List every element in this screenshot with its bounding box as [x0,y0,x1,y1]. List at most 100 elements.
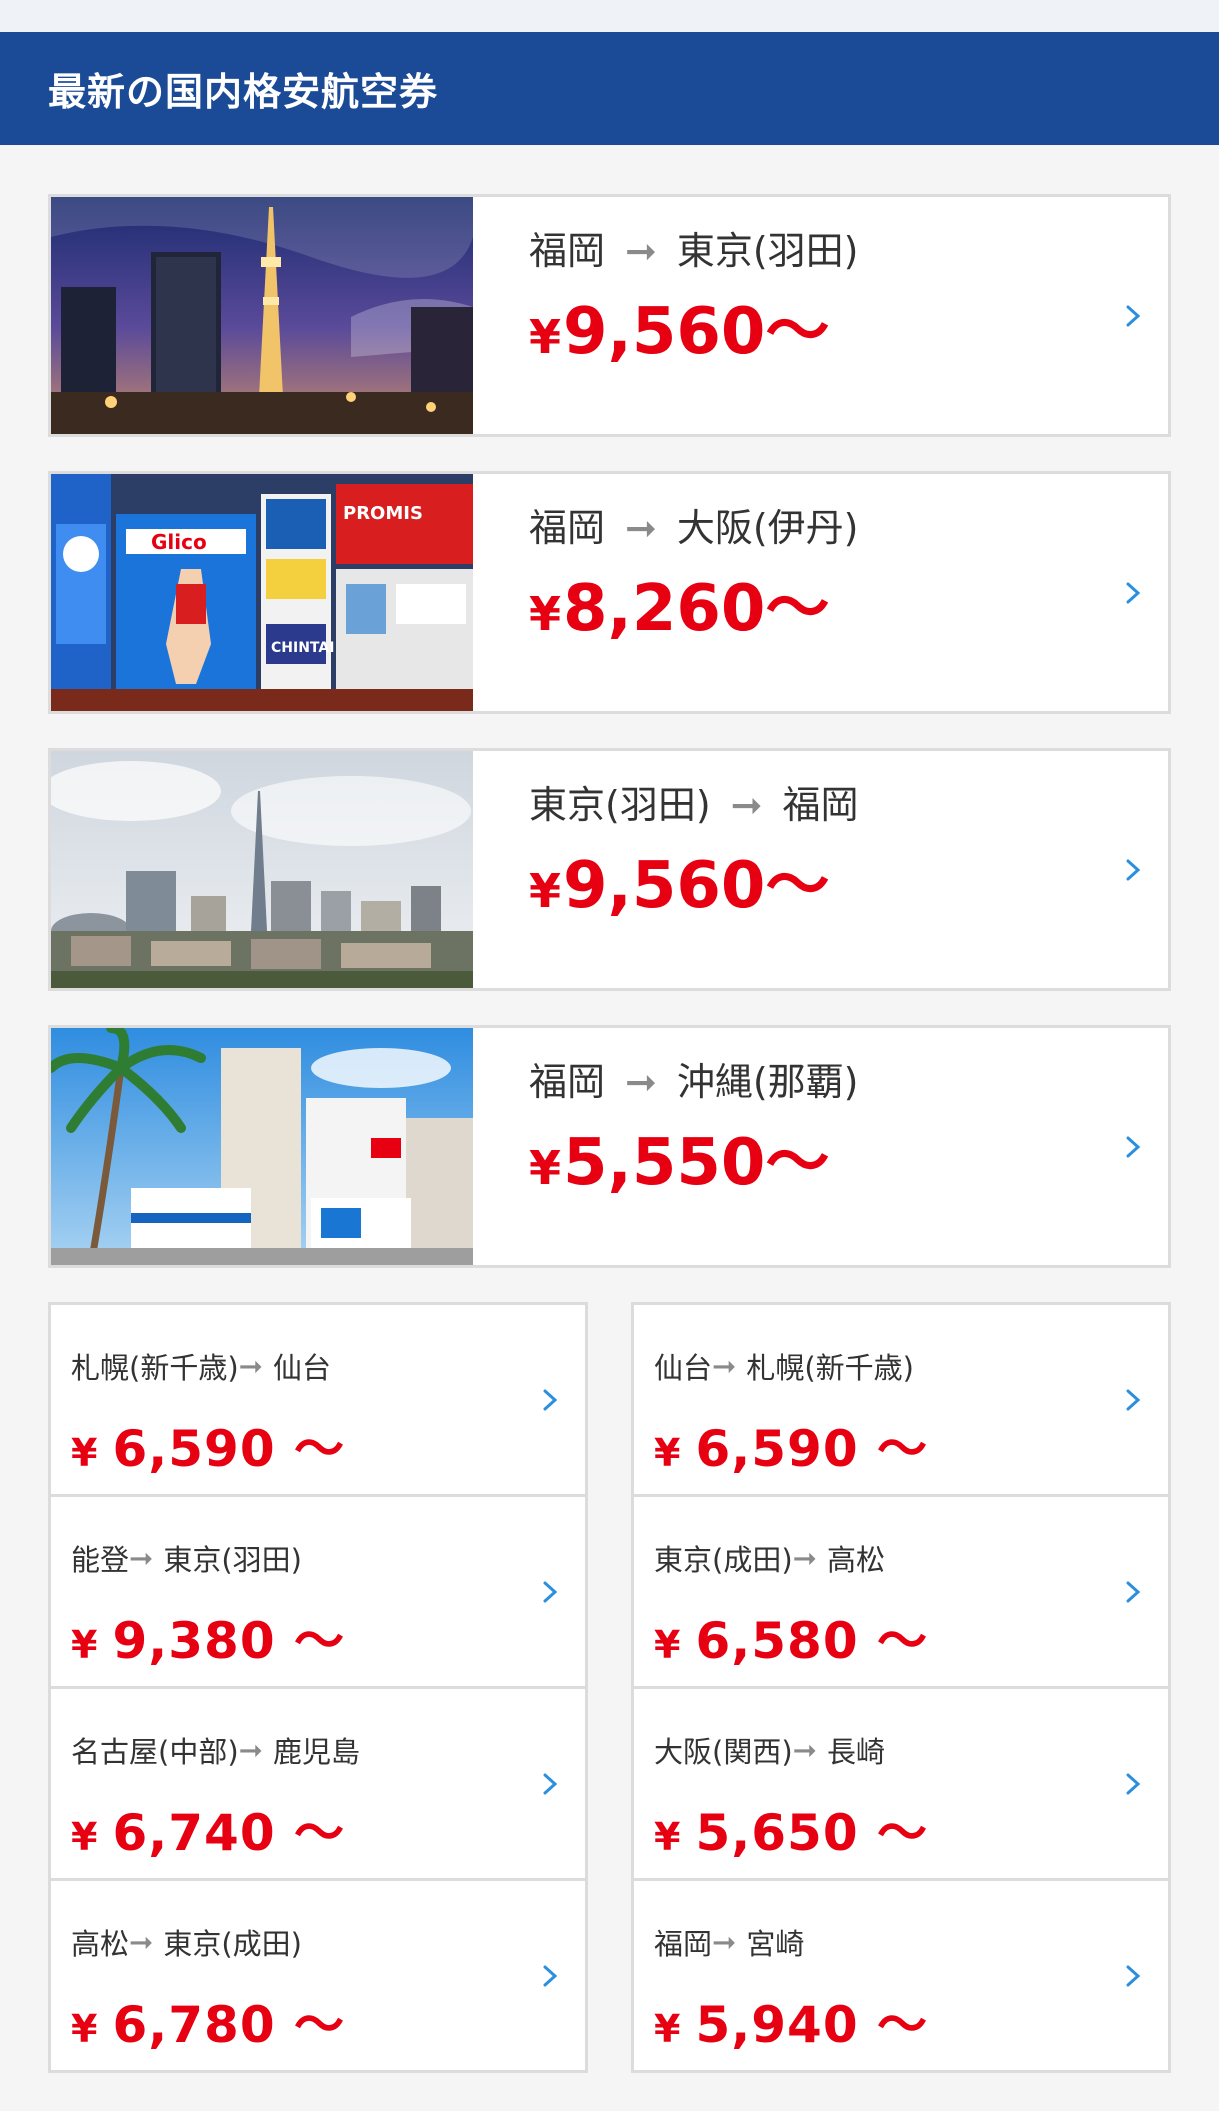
tokyo-skytree-photo [51,197,473,434]
yen-symbol: ¥ [654,1431,682,1475]
route-arrow-icon: ➞ [712,1925,737,1959]
route-price: ¥6,780 ～ [71,1985,585,2057]
price-value: 6,590 ～ [112,1420,346,1478]
route-origin: 福岡 [654,1927,713,1961]
chevron-right-icon[interactable] [1120,857,1146,883]
route-cell[interactable]: 札幌(新千歳) ➞ 仙台 ¥6,590 ～ [51,1305,585,1497]
route-destination: 長崎 [826,1735,885,1769]
route-arrow-icon: ➞ [129,1541,154,1575]
route-origin: 高松 [71,1927,130,1961]
chevron-right-icon[interactable] [1120,1387,1146,1413]
chevron-right-icon[interactable] [1120,1579,1146,1605]
yen-symbol: ¥ [654,2007,682,2051]
yen-symbol: ¥ [654,1815,682,1859]
route-price: ¥5,650 ～ [654,1793,1168,1865]
yen-symbol: ¥ [71,1431,99,1475]
route-arrow-icon: ➞ [625,506,657,550]
route-info: 福岡 ➞ 大阪(伊丹) ¥8,260～ [473,474,859,711]
yen-symbol: ¥ [654,1623,682,1667]
route-cell[interactable]: 能登 ➞ 東京(羽田) ¥9,380 ～ [51,1497,585,1689]
featured-route-card[interactable]: 福岡 ➞ 沖縄(那覇) ¥5,550～ [48,1025,1171,1268]
yen-symbol: ¥ [71,2007,99,2051]
route-destination: 沖縄(那覇) [676,1060,859,1104]
route-price: ¥9,380 ～ [71,1601,585,1673]
route-arrow-icon: ➞ [625,1060,657,1104]
svg-text:PROMIS: PROMIS [343,503,423,524]
route-price: ¥5,550～ [529,1125,859,1200]
route-price: ¥6,580 ～ [654,1601,1168,1673]
chevron-right-icon[interactable] [537,1579,563,1605]
section-header: 最新の国内格安航空券 [0,32,1219,145]
price-value: 6,590 ～ [695,1420,929,1478]
route-info: 福岡 ➞ 沖縄(那覇) ¥5,550～ [473,1028,859,1265]
route-destination: 仙台 [272,1351,331,1385]
route-cell[interactable]: 仙台 ➞ 札幌(新千歳) ¥6,590 ～ [634,1305,1168,1497]
route-origin: 能登 [71,1543,130,1577]
route-cell[interactable]: 名古屋(中部) ➞ 鹿児島 ¥6,740 ～ [51,1689,585,1881]
price-value: 5,650 ～ [695,1804,929,1862]
route-label: 東京(成田) ➞ 高松 [654,1537,1168,1579]
route-price: ¥9,560～ [529,848,859,923]
chevron-right-icon[interactable] [537,1387,563,1413]
chevron-right-icon[interactable] [537,1963,563,1989]
route-cell[interactable]: 福岡 ➞ 宮崎 ¥5,940 ～ [634,1881,1168,2070]
chevron-right-icon[interactable] [1120,1134,1146,1160]
route-column-left: 札幌(新千歳) ➞ 仙台 ¥6,590 ～ 能登 ➞ 東京(羽田) ¥9,380 ～ 名… [48,1302,588,2073]
top-strip [0,0,1219,32]
featured-route-card[interactable]: 福岡 ➞ 東京(羽田) ¥9,560～ [48,194,1171,437]
price-value: 5,550～ [563,1125,830,1200]
price-value: 6,580 ～ [695,1612,929,1670]
route-destination: 高松 [826,1543,885,1577]
route-arrow-icon: ➞ [238,1349,263,1383]
route-price: ¥5,940 ～ [654,1985,1168,2057]
yen-symbol: ¥ [529,863,562,918]
price-value: 5,940 ～ [695,1996,929,2054]
route-origin: 仙台 [654,1351,713,1385]
route-origin: 東京(成田) [654,1543,793,1577]
route-destination: 札幌(新千歳) [746,1351,914,1385]
svg-text:Glico: Glico [151,530,207,554]
chevron-right-icon[interactable] [1120,303,1146,329]
route-cell[interactable]: 東京(成田) ➞ 高松 ¥6,580 ～ [634,1497,1168,1689]
price-value: 9,380 ～ [112,1612,346,1670]
route-arrow-icon: ➞ [238,1733,263,1767]
route-cell[interactable]: 大阪(関西) ➞ 長崎 ¥5,650 ～ [634,1689,1168,1881]
svg-text:CHINTAI: CHINTAI [271,640,334,656]
route-price: ¥6,590 ～ [71,1409,585,1481]
route-arrow-icon: ➞ [792,1541,817,1575]
route-label: 高松 ➞ 東京(成田) [71,1921,585,1963]
route-info: 東京(羽田) ➞ 福岡 ¥9,560～ [473,751,859,988]
route-destination: 大阪(伊丹) [676,506,859,550]
price-value: 9,560～ [563,294,830,369]
route-label: 福岡 ➞ 宮崎 [654,1921,1168,1963]
route-label: 能登 ➞ 東京(羽田) [71,1537,585,1579]
route-destination: 宮崎 [746,1927,805,1961]
route-label: 福岡 ➞ 東京(羽田) [529,229,859,275]
price-value: 6,740 ～ [112,1804,346,1862]
chevron-right-icon[interactable] [537,1771,563,1797]
route-origin: 名古屋(中部) [71,1735,239,1769]
yen-symbol: ¥ [71,1623,99,1667]
featured-route-card[interactable]: 東京(羽田) ➞ 福岡 ¥9,560～ [48,748,1171,991]
route-origin: 大阪(関西) [654,1735,793,1769]
route-price: ¥8,260～ [529,571,859,646]
price-value: 6,780 ～ [112,1996,346,2054]
price-value: 8,260～ [563,571,830,646]
yen-symbol: ¥ [71,1815,99,1859]
chevron-right-icon[interactable] [1120,1963,1146,1989]
price-value: 9,560～ [563,848,830,923]
route-label: 札幌(新千歳) ➞ 仙台 [71,1345,585,1387]
route-label: 福岡 ➞ 沖縄(那覇) [529,1060,859,1106]
yen-symbol: ¥ [529,309,562,364]
chevron-right-icon[interactable] [1120,580,1146,606]
route-origin: 福岡 [529,229,606,273]
chevron-right-icon[interactable] [1120,1771,1146,1797]
fukuoka-skyline-photo [51,751,473,988]
route-label: 東京(羽田) ➞ 福岡 [529,783,859,829]
route-cell[interactable]: 高松 ➞ 東京(成田) ¥6,780 ～ [51,1881,585,2070]
okinawa-street-photo [51,1028,473,1265]
route-destination: 東京(羽田) [163,1543,302,1577]
route-price: ¥6,590 ～ [654,1409,1168,1481]
yen-symbol: ¥ [529,1140,562,1195]
featured-route-card[interactable]: Glico CHINTAI PROMIS 福岡 ➞ 大阪(伊丹) ¥8,260～ [48,471,1171,714]
